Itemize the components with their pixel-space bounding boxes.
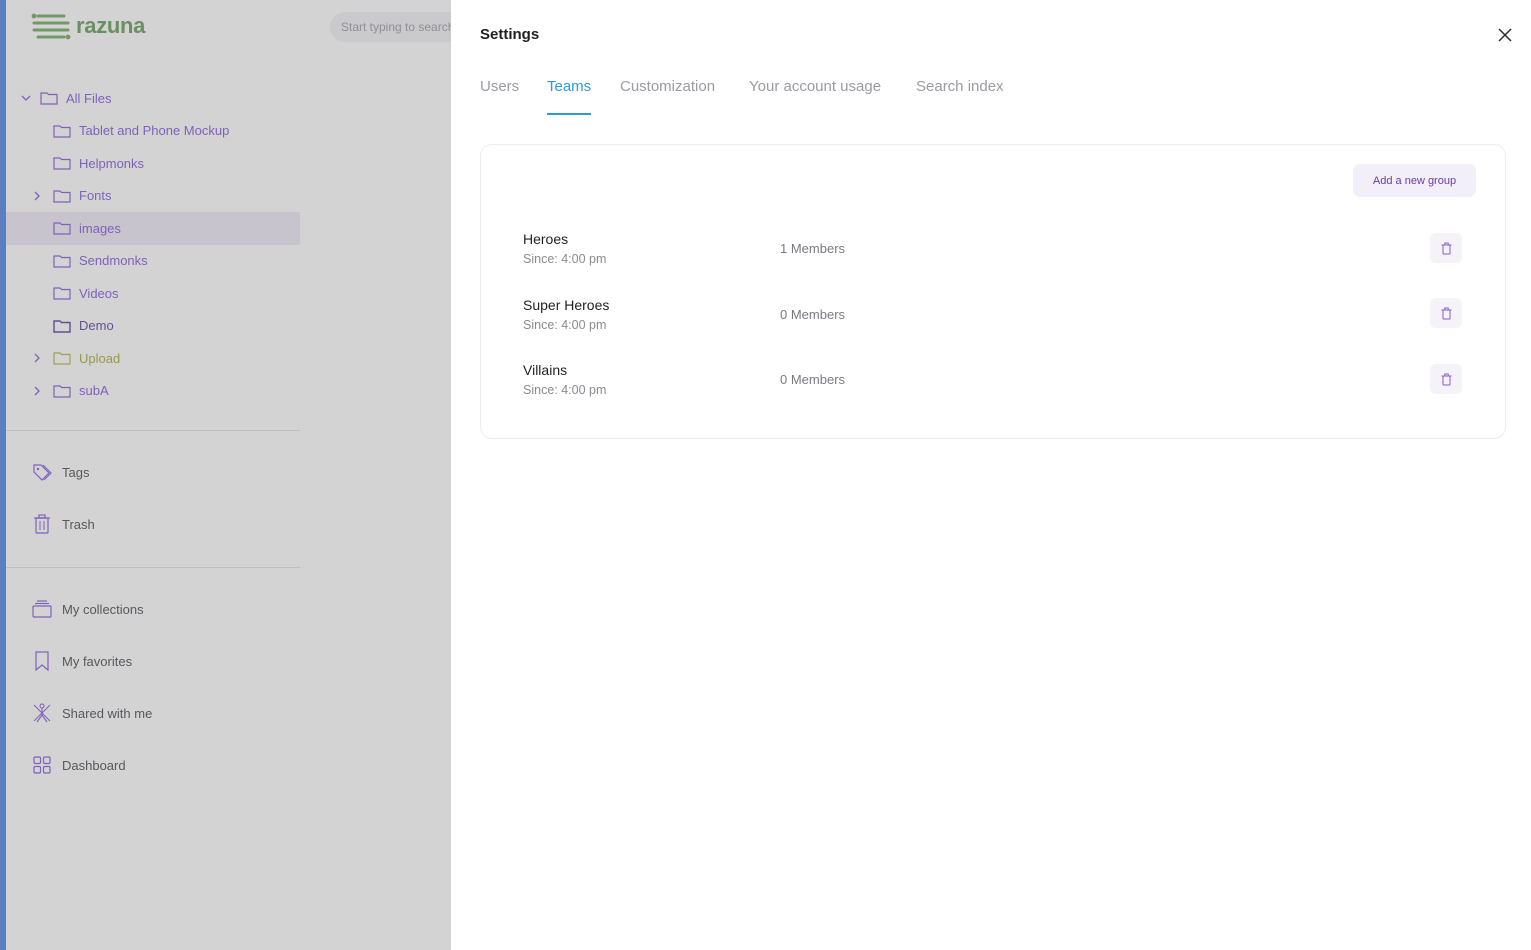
trash-icon[interactable] xyxy=(1441,242,1452,255)
team-members: 0 Members xyxy=(780,307,846,322)
add-group-button[interactable]: Add a new group xyxy=(1353,164,1476,197)
team-since: Since: 4:00 pm xyxy=(523,318,607,332)
tab-users[interactable]: Users xyxy=(480,78,519,115)
trash-icon[interactable] xyxy=(1441,373,1452,386)
tab-teams[interactable]: Teams xyxy=(547,78,592,115)
close-button[interactable] xyxy=(1496,26,1514,44)
delete-team-button[interactable] xyxy=(1430,298,1462,328)
settings-panel: Settings Users Teams Customization Your … xyxy=(451,0,1531,950)
tab-customization[interactable]: Customization xyxy=(620,78,715,115)
team-since: Since: 4:00 pm xyxy=(523,252,607,266)
close-icon[interactable] xyxy=(1498,28,1512,42)
team-since: Since: 4:00 pm xyxy=(523,383,607,397)
delete-team-button[interactable] xyxy=(1430,364,1462,394)
team-name: Villains xyxy=(523,362,568,378)
team-name: Super Heroes xyxy=(523,297,610,313)
modal-backdrop[interactable] xyxy=(0,0,451,950)
team-members: 0 Members xyxy=(780,372,846,387)
trash-icon[interactable] xyxy=(1441,307,1452,320)
team-members: 1 Members xyxy=(780,241,846,256)
team-row: Villains Since: 4:00 pm 0 Members xyxy=(481,362,1507,410)
team-row: Super Heroes Since: 4:00 pm 0 Members xyxy=(481,297,1507,345)
settings-title: Settings xyxy=(480,26,540,43)
delete-team-button[interactable] xyxy=(1430,233,1462,263)
tab-your-account-usage[interactable]: Your account usage xyxy=(749,78,881,115)
tab-search-index[interactable]: Search index xyxy=(916,78,1004,115)
team-name: Heroes xyxy=(523,231,569,247)
team-row: Heroes Since: 4:00 pm 1 Members xyxy=(481,231,1507,279)
teams-card: Add a new group Heroes Since: 4:00 pm 1 … xyxy=(480,144,1506,439)
